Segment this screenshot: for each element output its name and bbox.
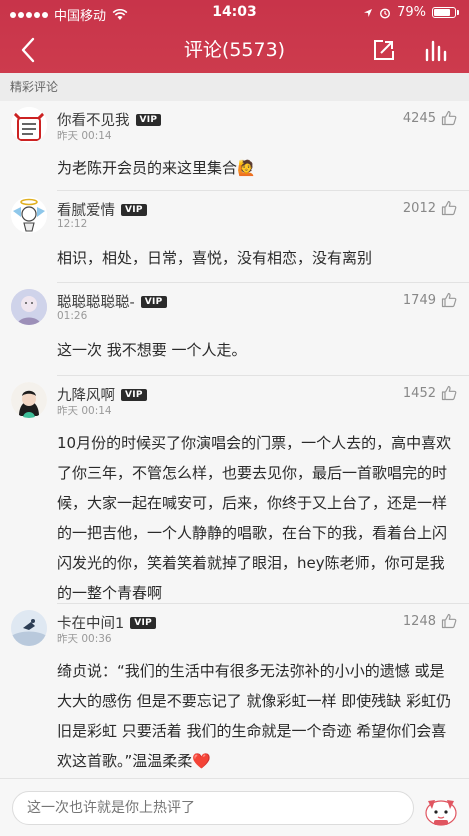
comment-time: 12:12 xyxy=(57,218,88,230)
comment-time: 01:26 xyxy=(57,310,88,322)
like-button[interactable]: 4245 xyxy=(403,110,457,126)
comment-item[interactable]: 九降风啊 VIP 昨天 00:14 1452 10月份的时候买了你演唱会的门票，… xyxy=(0,376,469,604)
comment-item[interactable]: 你看不见我 VIP 昨天 00:14 4245 为老陈开会员的来这里集合🙋 xyxy=(0,101,469,191)
battery-percent: 79% xyxy=(397,5,426,20)
like-button[interactable]: 2012 xyxy=(403,200,457,216)
thumb-up-icon xyxy=(441,110,457,126)
thumb-up-icon xyxy=(441,292,457,308)
thumb-up-icon xyxy=(441,613,457,629)
username[interactable]: 看腻爱情 xyxy=(57,199,115,220)
alarm-icon xyxy=(380,7,391,19)
thumb-up-icon xyxy=(441,200,457,216)
comment-text: 绮贞说：“我们的生活中有很多无法弥补的小小的遗憾 或是大大的感伤 但是不要忘记了… xyxy=(57,662,452,770)
battery-icon xyxy=(432,7,456,18)
vip-badge: VIP xyxy=(130,616,157,629)
like-count: 1452 xyxy=(402,385,436,401)
section-label: 精彩评论 xyxy=(0,73,469,101)
avatar[interactable] xyxy=(11,197,47,233)
like-button[interactable]: 1749 xyxy=(403,292,457,308)
thumb-up-icon xyxy=(441,385,457,401)
comment-item[interactable]: 卡在中间1 VIP 昨天 00:36 1248 绮贞说：“我们的生活中有很多无法… xyxy=(0,604,469,778)
comment-text: 相识，相处，日常，喜悦，没有相恋，没有离别 xyxy=(57,249,373,267)
mascot-icon[interactable] xyxy=(420,787,462,829)
avatar[interactable] xyxy=(11,289,47,325)
nav-bar: 评论(5573) xyxy=(0,26,469,73)
comment-composer xyxy=(0,778,469,836)
comment-text: 这一次 我不想要 一个人走。 xyxy=(57,341,247,359)
like-count: 4245 xyxy=(402,110,436,126)
username[interactable]: 卡在中间1 xyxy=(57,612,124,633)
comment-item[interactable]: 看腻爱情 VIP 12:12 2012 相识，相处，日常，喜悦，没有相恋，没有离… xyxy=(0,191,469,283)
like-button[interactable]: 1452 xyxy=(403,385,457,401)
like-count: 2012 xyxy=(402,200,436,216)
comment-item[interactable]: 聪聪聪聪聪- VIP 01:26 1749 这一次 我不想要 一个人走。 xyxy=(0,283,469,376)
location-icon xyxy=(364,8,373,17)
comment-time: 昨天 00:14 xyxy=(57,405,112,417)
vip-badge: VIP xyxy=(121,203,147,216)
comment-text: 为老陈开会员的来这里集合🙋 xyxy=(57,159,256,177)
avatar[interactable] xyxy=(11,107,47,143)
comment-text: 10月份的时候买了你演唱会的门票，一个人去的，高中喜欢了你三年，不管怎么样，也要… xyxy=(57,434,452,602)
page-title: 评论(5573) xyxy=(183,39,286,61)
comment-time: 昨天 00:36 xyxy=(57,633,112,645)
status-bar: 中国移动 14:03 79% xyxy=(0,0,469,26)
like-button[interactable]: 1248 xyxy=(403,613,457,629)
vip-badge: VIP xyxy=(140,295,167,308)
comment-input[interactable] xyxy=(12,791,414,825)
like-count: 1248 xyxy=(402,613,436,629)
avatar[interactable] xyxy=(11,610,47,646)
username[interactable]: 聪聪聪聪聪- xyxy=(57,291,135,312)
avatar[interactable] xyxy=(11,382,47,418)
comment-time: 昨天 00:14 xyxy=(57,130,112,142)
vip-badge: VIP xyxy=(121,388,147,401)
chart-icon[interactable] xyxy=(422,36,450,64)
app-header: 中国移动 14:03 79% 评论(5573) xyxy=(0,0,469,73)
username[interactable]: 你看不见我 xyxy=(57,109,130,130)
share-icon[interactable] xyxy=(370,36,398,64)
username[interactable]: 九降风啊 xyxy=(57,384,115,405)
like-count: 1749 xyxy=(402,292,436,308)
vip-badge: VIP xyxy=(135,113,162,126)
